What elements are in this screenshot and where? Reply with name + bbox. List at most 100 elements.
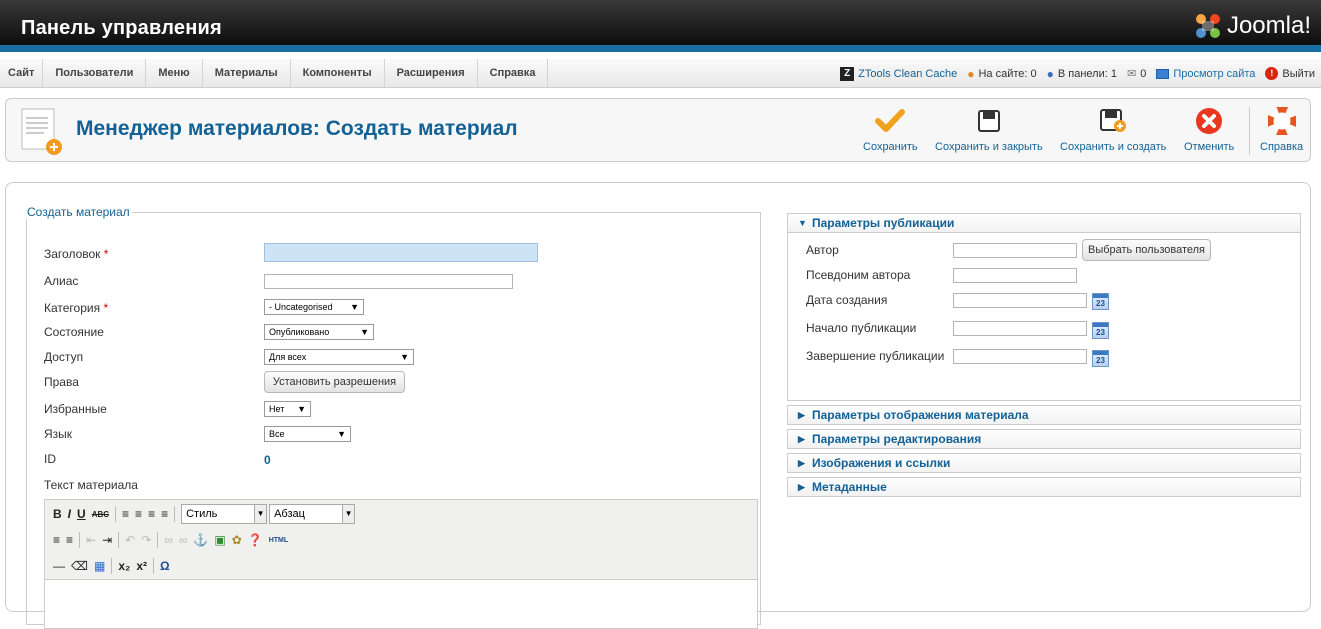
format-value: Абзац (274, 508, 305, 520)
required-mark: * (103, 247, 109, 261)
anchor-icon[interactable]: ⚓ (193, 533, 208, 547)
publish-up-input[interactable] (953, 321, 1087, 336)
ztools-link[interactable]: ZTools Clean Cache (858, 68, 957, 80)
on-site-label: На сайте: 0 (978, 67, 1037, 80)
view-site[interactable]: Просмотр сайта (1156, 68, 1255, 80)
created-date-label: Дата создания (806, 293, 888, 307)
calendar-icon[interactable]: 23 (1092, 322, 1109, 339)
align-right-icon[interactable]: ≡ (148, 507, 155, 521)
undo-icon[interactable]: ↶ (125, 533, 135, 547)
language-select[interactable]: Все ▼ (264, 426, 351, 442)
toolbar-separator (115, 506, 117, 522)
html-icon[interactable]: HTML (269, 537, 288, 544)
menu-extensions[interactable]: Расширения (385, 59, 478, 88)
horizontal-rule-icon[interactable]: — (53, 559, 65, 573)
help-circle-icon[interactable]: ❓ (248, 533, 263, 547)
calendar-icon[interactable]: 23 (1092, 350, 1109, 367)
image-icon[interactable]: ▣ (214, 533, 225, 547)
toolbar-separator (157, 532, 159, 548)
in-panel-label: В панели: 1 (1057, 67, 1117, 80)
category-select[interactable]: - Uncategorised ▼ (264, 299, 364, 315)
view-site-link[interactable]: Просмотр сайта (1173, 68, 1255, 80)
toolbar-separator (174, 506, 176, 522)
monitor-icon (1156, 68, 1170, 79)
article-display-options-header[interactable]: ▶ Параметры отображения материала (787, 405, 1301, 425)
metadata-header[interactable]: ▶ Метаданные (787, 477, 1301, 497)
save-new-button[interactable]: Сохранить и создать (1060, 105, 1166, 153)
publishing-options-header[interactable]: ▼ Параметры публикации (787, 213, 1301, 233)
subscript-icon[interactable]: x₂ (118, 559, 130, 573)
set-permissions-button[interactable]: Установить разрешения (264, 371, 405, 393)
joomla-logo-icon (1195, 14, 1220, 38)
access-label: Доступ (44, 350, 84, 364)
id-value: 0 (264, 453, 271, 467)
align-center-icon[interactable]: ≡ (135, 507, 142, 521)
redo-icon[interactable]: ↷ (141, 533, 151, 547)
italic-icon[interactable]: I (68, 507, 71, 521)
table-icon[interactable]: ▦ (94, 559, 105, 573)
main-content: Создать материал Заголовок * Алиас Катег… (5, 182, 1311, 629)
publish-down-label: Завершение публикации (806, 349, 945, 363)
toolbar-separator (111, 558, 113, 574)
unlink-icon[interactable]: ∞ (179, 533, 188, 547)
on-site-count: ● На сайте: 0 (967, 67, 1036, 81)
created-date-input[interactable] (953, 293, 1087, 308)
menu-users[interactable]: Пользователи (43, 59, 147, 88)
publish-down-input[interactable] (953, 349, 1087, 364)
eraser-icon[interactable]: ⌫ (71, 559, 88, 573)
access-select[interactable]: Для всех ▼ (264, 349, 414, 365)
underline-icon[interactable]: U (77, 507, 86, 521)
editing-options-header[interactable]: ▶ Параметры редактирования (787, 429, 1301, 449)
author-input[interactable] (953, 243, 1077, 258)
special-char-icon[interactable]: Ω (160, 559, 170, 573)
strikethrough-icon[interactable]: ABC (92, 510, 109, 519)
panel-title: Изображения и ссылки (812, 456, 951, 470)
messages-count[interactable]: ✉ 0 (1127, 67, 1146, 81)
status-bar: Z ZTools Clean Cache ● На сайте: 0 ● В п… (840, 59, 1315, 88)
ztools-clean-cache[interactable]: Z ZTools Clean Cache (840, 66, 957, 81)
toolbar-separator (79, 532, 81, 548)
title-input[interactable] (264, 243, 538, 262)
author-alias-label: Псевдоним автора (806, 268, 911, 282)
alias-label: Алиас (44, 274, 79, 288)
cancel-button[interactable]: Отменить (1184, 105, 1234, 153)
bullet-list-icon[interactable]: ≡ (53, 533, 60, 547)
save-button[interactable]: Сохранить (863, 105, 918, 153)
align-left-icon[interactable]: ≡ (122, 507, 129, 521)
author-alias-input[interactable] (953, 268, 1077, 283)
editor-content-area[interactable] (45, 581, 757, 628)
toolbar-separator (153, 558, 154, 574)
state-select[interactable]: Опубликовано ▼ (264, 324, 374, 340)
align-justify-icon[interactable]: ≡ (161, 507, 168, 521)
dropdown-arrow-icon: ▼ (297, 404, 306, 414)
outdent-icon[interactable]: ⇤ (86, 533, 96, 547)
images-links-header[interactable]: ▶ Изображения и ссылки (787, 453, 1301, 473)
help-button[interactable]: Справка (1260, 105, 1303, 153)
menu-content[interactable]: Материалы (203, 59, 291, 88)
alias-input[interactable] (264, 274, 513, 289)
menu-site[interactable]: Сайт (0, 59, 44, 88)
caret-right-icon: ▶ (798, 410, 805, 420)
users-icon: ● (967, 66, 975, 81)
link-icon[interactable]: ∞ (164, 533, 173, 547)
menu-menus[interactable]: Меню (146, 59, 203, 88)
menu-help[interactable]: Справка (478, 59, 549, 88)
style-select[interactable]: Стиль ▼ (181, 504, 268, 524)
save-close-button[interactable]: Сохранить и закрыть (935, 105, 1043, 153)
bold-icon[interactable]: B (53, 507, 62, 521)
logout[interactable]: ! Выйти (1265, 67, 1315, 80)
superscript-icon[interactable]: x² (136, 559, 147, 573)
publishing-options-title: Параметры публикации (812, 216, 955, 230)
menu-components[interactable]: Компоненты (291, 59, 385, 88)
numbered-list-icon[interactable]: ≡ (66, 533, 73, 547)
control-panel-title: Панель управления (21, 17, 222, 39)
calendar-icon[interactable]: 23 (1092, 293, 1109, 310)
format-select[interactable]: Абзац ▼ (269, 504, 356, 524)
save-label: Сохранить (863, 141, 918, 153)
joomla-logo[interactable]: Joomla! (1193, 12, 1311, 40)
indent-icon[interactable]: ⇥ (102, 533, 112, 547)
featured-select[interactable]: Нет ▼ (264, 401, 311, 417)
select-user-button[interactable]: Выбрать пользователя (1082, 239, 1211, 261)
help-label: Справка (1260, 141, 1304, 153)
cleanup-icon[interactable]: ✿ (232, 533, 242, 547)
